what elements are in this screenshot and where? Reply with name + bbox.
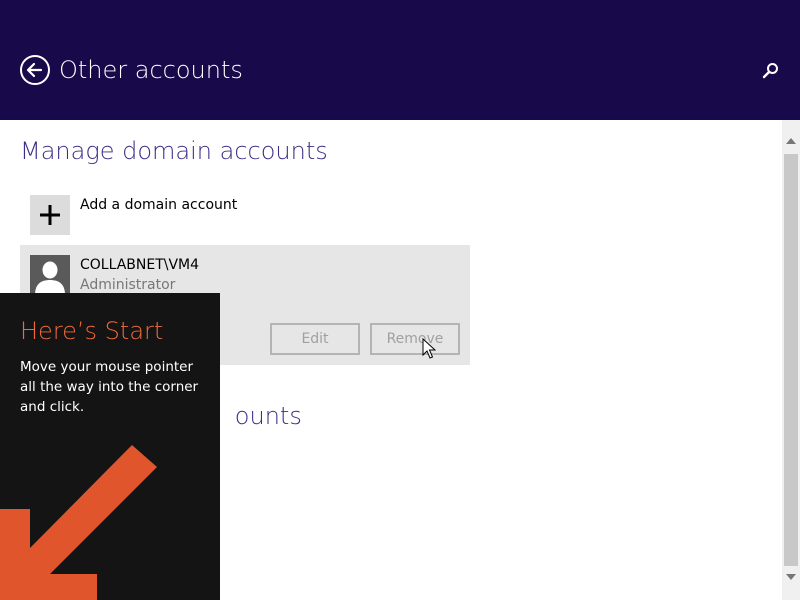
add-tile bbox=[30, 195, 70, 235]
add-domain-account-button[interactable]: Add a domain account bbox=[30, 195, 330, 235]
edit-button[interactable]: Edit bbox=[270, 323, 360, 355]
page-title: Other accounts bbox=[59, 56, 243, 84]
start-tip-overlay[interactable]: Here’s Start Move your mouse pointer all… bbox=[0, 293, 220, 600]
arrow-down-left-icon bbox=[0, 445, 157, 600]
mouse-cursor-icon bbox=[422, 338, 436, 359]
search-button[interactable] bbox=[760, 60, 782, 82]
account-role: Administrator bbox=[80, 277, 176, 293]
search-icon bbox=[762, 63, 778, 79]
overlay-title: Here’s Start bbox=[20, 317, 164, 345]
plus-icon bbox=[40, 205, 60, 225]
scroll-up-icon[interactable] bbox=[782, 132, 800, 150]
scroll-thumb[interactable] bbox=[784, 154, 798, 566]
add-domain-account-label: Add a domain account bbox=[80, 197, 238, 213]
section-title-other-text: ounts bbox=[234, 402, 302, 430]
remove-button[interactable]: Remove bbox=[370, 323, 460, 355]
section-title-domain: Manage domain accounts bbox=[20, 137, 328, 165]
account-name: COLLABNET\VM4 bbox=[80, 257, 200, 273]
avatar bbox=[30, 255, 70, 295]
back-arrow-icon bbox=[26, 62, 43, 78]
scrollbar[interactable] bbox=[782, 120, 800, 600]
back-button[interactable] bbox=[20, 55, 50, 85]
scroll-down-icon[interactable] bbox=[782, 568, 800, 586]
user-icon bbox=[35, 261, 65, 295]
overlay-text: Move your mouse pointer all the way into… bbox=[20, 359, 199, 415]
header-bar: Other accounts bbox=[0, 0, 800, 120]
